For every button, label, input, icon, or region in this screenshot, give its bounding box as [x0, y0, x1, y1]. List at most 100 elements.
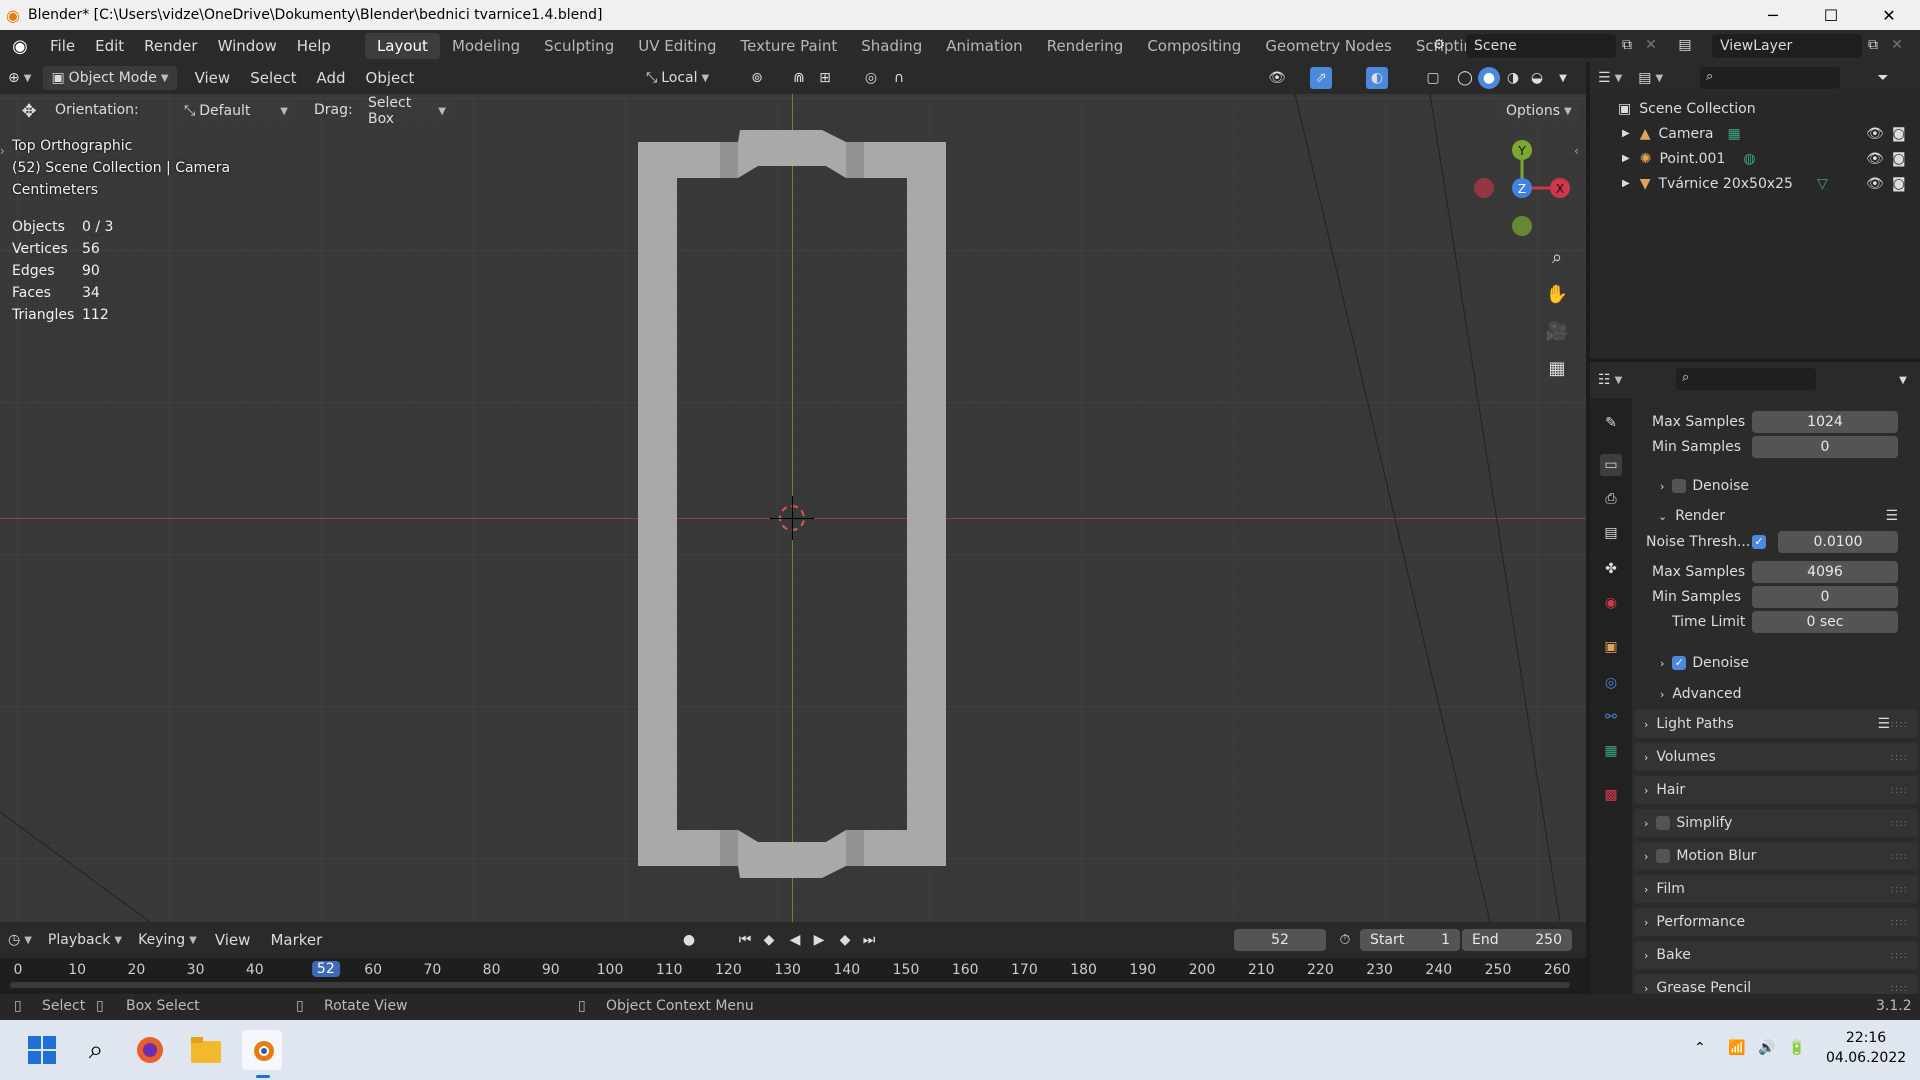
drag-grip-icon[interactable]: ::::: [1891, 884, 1908, 895]
camera-view-icon[interactable]: 🎥: [1542, 316, 1572, 346]
view-layer-tab-icon[interactable]: ▤: [1600, 522, 1622, 544]
drag-grip-icon[interactable]: ::::: [1891, 785, 1908, 796]
battery-icon[interactable]: 🔋: [1788, 1040, 1805, 1056]
blender-taskbar-icon[interactable]: [242, 1030, 282, 1070]
gizmo-toggle-icon[interactable]: ⇗: [1310, 67, 1332, 89]
tab-layout[interactable]: Layout: [364, 33, 440, 59]
maximize-button[interactable]: ☐: [1802, 0, 1860, 30]
viewport-denoise-panel[interactable]: › Denoise: [1632, 474, 1920, 498]
data-tab-icon[interactable]: ▦: [1600, 740, 1622, 762]
tab-shading[interactable]: Shading: [849, 33, 934, 59]
filter-icon[interactable]: ⏷: [1872, 67, 1894, 89]
outliner-item-point[interactable]: ▶ ✺ Point.001 ◍ 👁 ◙: [1590, 146, 1920, 171]
tab-rendering[interactable]: Rendering: [1035, 33, 1136, 59]
clock-time[interactable]: 22:16: [1826, 1030, 1906, 1046]
panel-motion-blur[interactable]: › Motion Blur ::::: [1634, 842, 1918, 870]
display-mode-dropdown[interactable]: ▤ ▼: [1630, 66, 1671, 90]
new-scene-icon[interactable]: ⧉: [1616, 34, 1638, 56]
clock-date[interactable]: 04.06.2022: [1826, 1050, 1906, 1066]
panel-hair[interactable]: › Hair ::::: [1634, 776, 1918, 804]
outliner-scene-collection[interactable]: ▣ Scene Collection: [1590, 96, 1920, 121]
texture-tab-icon[interactable]: ▩: [1600, 784, 1622, 806]
menu-select[interactable]: Select: [240, 62, 306, 94]
toolbar-toggle-icon[interactable]: ›: [0, 144, 5, 158]
simplify-checkbox[interactable]: [1656, 816, 1671, 830]
tab-compositing[interactable]: Compositing: [1135, 33, 1253, 59]
delete-scene-icon[interactable]: ✕: [1640, 34, 1662, 56]
render-subpanel[interactable]: ⌄ Render ☰: [1632, 504, 1920, 528]
outliner-item-mesh[interactable]: ▶ ▼ Tvárnice 20x50x25 ▽ 👁 ◙: [1590, 171, 1920, 196]
rendered-shading-icon[interactable]: ◒: [1526, 67, 1548, 89]
overlay-toggle-icon[interactable]: ◐: [1366, 67, 1388, 89]
camera-data-icon[interactable]: ▦: [1727, 126, 1740, 142]
view-layer-icon[interactable]: ▤: [1674, 34, 1696, 56]
keying-menu[interactable]: Keying ▼: [130, 928, 205, 952]
scene-icon[interactable]: ⚙: [1428, 34, 1450, 56]
wireframe-shading-icon[interactable]: ◯: [1454, 67, 1476, 89]
next-keyframe-icon[interactable]: ◆: [834, 929, 856, 951]
firefox-icon[interactable]: [130, 1030, 170, 1070]
panel-performance[interactable]: › Performance ::::: [1634, 908, 1918, 936]
render-min-samples-field[interactable]: 0: [1752, 586, 1898, 608]
play-reverse-icon[interactable]: ◀: [784, 929, 806, 951]
menu-add[interactable]: Add: [306, 62, 355, 94]
delete-view-layer-icon[interactable]: ✕: [1886, 34, 1908, 56]
physics-tab-icon[interactable]: ◎: [1600, 672, 1622, 694]
tab-geometry-nodes[interactable]: Geometry Nodes: [1253, 33, 1404, 59]
xray-toggle-icon[interactable]: ▢: [1422, 67, 1444, 89]
panel-grease-pencil[interactable]: › Grease Pencil ::::: [1634, 974, 1918, 994]
drag-grip-icon[interactable]: ::::: [1891, 983, 1908, 994]
outliner-editor-type[interactable]: ☰ ▼: [1590, 66, 1630, 90]
new-view-layer-icon[interactable]: ⧉: [1862, 34, 1884, 56]
end-frame-field[interactable]: End 250: [1462, 929, 1572, 951]
drag-grip-icon[interactable]: ::::: [1891, 818, 1908, 829]
drag-grip-icon[interactable]: ::::: [1891, 917, 1908, 928]
sidebar-toggle-icon[interactable]: ‹: [1574, 144, 1579, 158]
panel-light-paths[interactable]: › Light Paths ☰ ::::: [1634, 710, 1918, 738]
presets-list-icon[interactable]: ☰: [1877, 716, 1890, 732]
menu-help[interactable]: Help: [287, 30, 341, 62]
menu-edit[interactable]: Edit: [85, 30, 134, 62]
material-shading-icon[interactable]: ◑: [1502, 67, 1524, 89]
start-frame-field[interactable]: Start 1: [1360, 929, 1460, 951]
drag-grip-icon[interactable]: ::::: [1891, 851, 1908, 862]
tab-texture-paint[interactable]: Texture Paint: [728, 33, 849, 59]
timeline-view-menu[interactable]: View: [205, 924, 261, 956]
chevron-down-icon[interactable]: ▼: [1892, 369, 1914, 391]
output-tab-icon[interactable]: ⎙: [1600, 488, 1622, 510]
visibility-icon[interactable]: 👁: [1266, 67, 1288, 89]
timeline-scrollbar[interactable]: [10, 982, 1570, 988]
visibility-eye-icon[interactable]: 👁: [1866, 126, 1884, 142]
menu-object[interactable]: Object: [356, 62, 425, 94]
ortho-grid-icon[interactable]: ▦: [1542, 353, 1572, 383]
shading-options-icon[interactable]: ▼: [1552, 67, 1574, 89]
time-limit-field[interactable]: 0 sec: [1752, 611, 1898, 633]
advanced-panel[interactable]: › Advanced: [1632, 682, 1920, 706]
object-tab-icon[interactable]: ▣: [1600, 636, 1622, 658]
wifi-icon[interactable]: 📶: [1728, 1040, 1745, 1056]
tab-uv-editing[interactable]: UV Editing: [626, 33, 728, 59]
minimize-button[interactable]: ─: [1744, 0, 1802, 30]
noise-threshold-checkbox[interactable]: ✓: [1752, 535, 1766, 549]
render-max-samples-field[interactable]: 4096: [1752, 561, 1898, 583]
panel-film[interactable]: › Film ::::: [1634, 875, 1918, 903]
outliner-item-camera[interactable]: ▶ ▲ Camera ▦ 👁 ◙: [1590, 121, 1920, 146]
menu-file[interactable]: File: [40, 30, 85, 62]
noise-threshold-field[interactable]: 0.0100: [1778, 531, 1898, 553]
current-frame-field[interactable]: 52: [1234, 929, 1326, 951]
outliner-search-input[interactable]: ⌕: [1700, 67, 1840, 89]
volume-icon[interactable]: 🔊: [1758, 1040, 1775, 1056]
render-camera-icon[interactable]: ◙: [1892, 176, 1906, 192]
render-camera-icon[interactable]: ◙: [1892, 126, 1906, 142]
snap-target-icon[interactable]: ⊞: [814, 67, 836, 89]
view-layer-field[interactable]: ViewLayer: [1712, 34, 1862, 58]
panel-volumes[interactable]: › Volumes ::::: [1634, 743, 1918, 771]
current-frame-marker[interactable]: 52: [311, 961, 340, 977]
jump-start-icon[interactable]: ⏮: [734, 929, 756, 951]
viewport-min-samples-field[interactable]: 0: [1752, 436, 1898, 458]
properties-editor-type[interactable]: ☷ ▼: [1590, 368, 1630, 392]
tab-animation[interactable]: Animation: [934, 33, 1034, 59]
transform-orientation-dropdown[interactable]: ⤡ Local ▼: [638, 66, 717, 90]
render-tab-icon[interactable]: ▭: [1600, 454, 1622, 476]
menu-view[interactable]: View: [185, 62, 241, 94]
